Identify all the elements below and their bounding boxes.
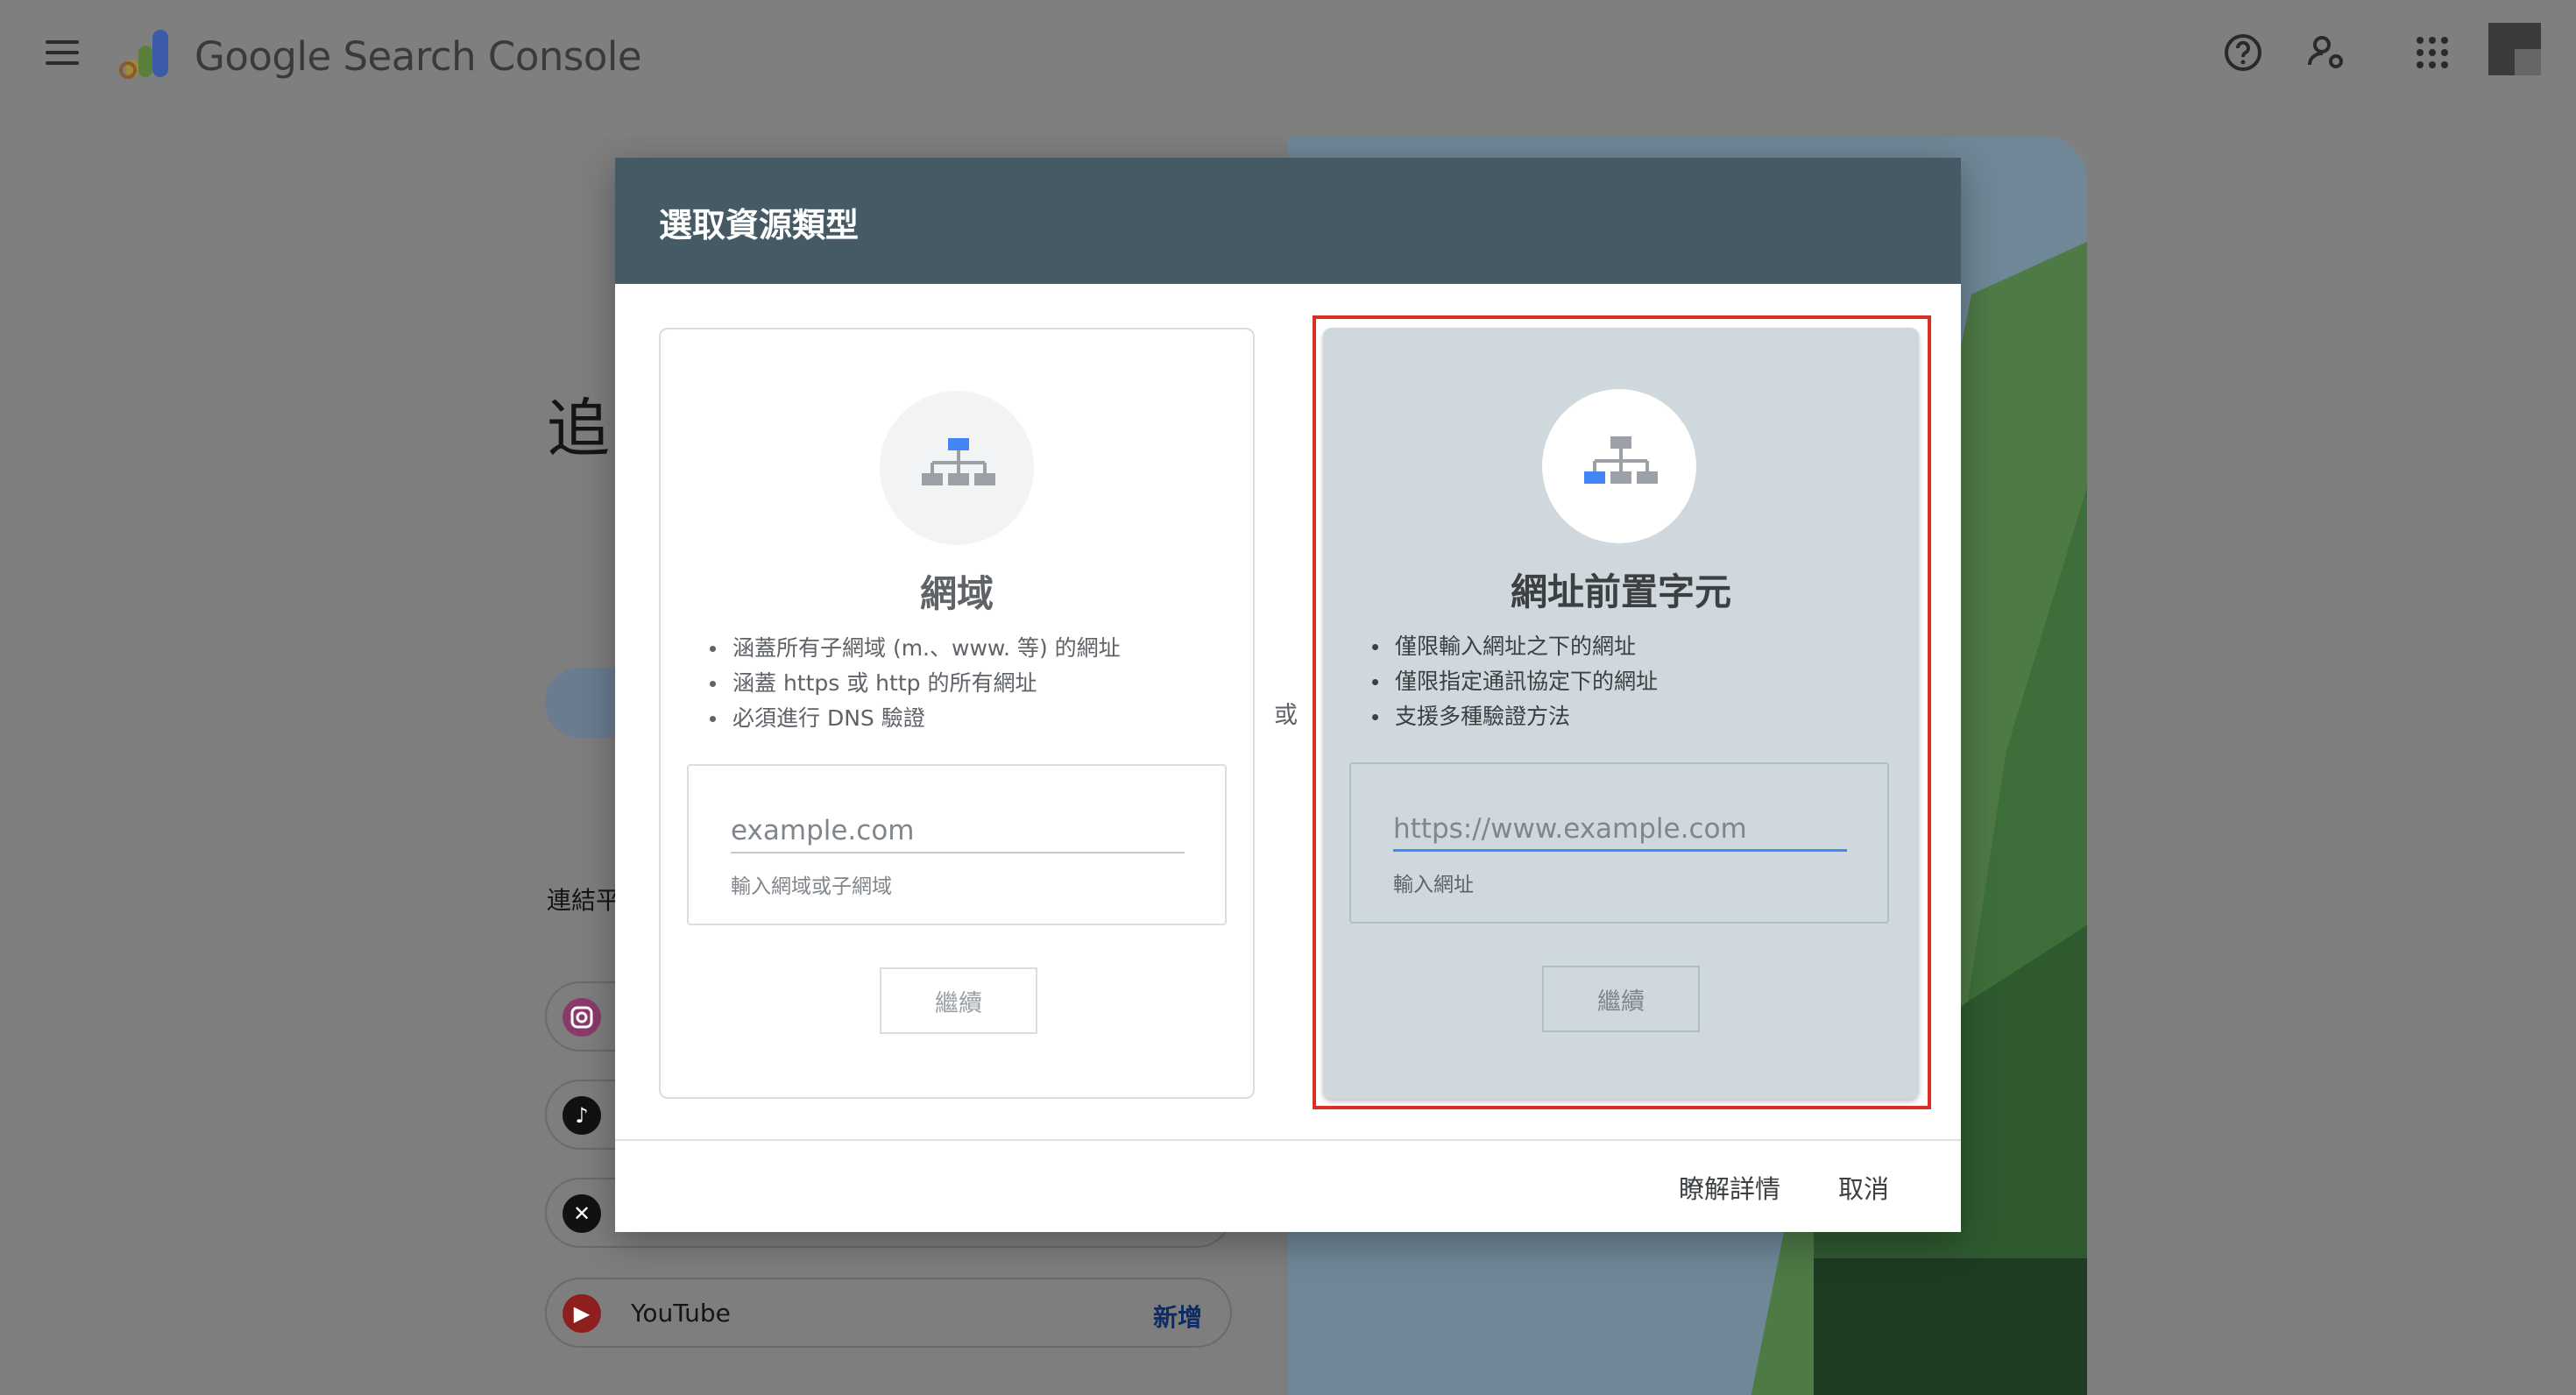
url-input-helper: 輸入網址 (1393, 874, 1474, 896)
url-input-container: 輸入網址 (1349, 762, 1889, 924)
app-bar: Google Search Console (0, 0, 2576, 116)
x-icon: ✕ (563, 1194, 601, 1233)
domain-input-helper: 輸入網域或子網域 (731, 875, 892, 898)
welcome-heading: 追 (547, 392, 611, 465)
url-prefix-sitemap-icon (1542, 389, 1696, 543)
tiktok-icon: ♪ (563, 1096, 601, 1135)
domain-input-container: 輸入網域或子網域 (687, 764, 1227, 925)
learn-more-button[interactable]: 瞭解詳情 (1679, 1169, 1780, 1206)
avatar[interactable] (2488, 23, 2541, 75)
instagram-icon (563, 998, 601, 1037)
search-console-logo (119, 30, 168, 79)
url-prefix-continue-button[interactable]: 繼續 (1542, 966, 1700, 1032)
domain-feature: 涵蓋所有子網域 (m.、www. 等) 的網址 (710, 631, 1121, 666)
url-input[interactable] (1393, 808, 1847, 852)
dialog-footer: 瞭解詳情 取消 (615, 1139, 1961, 1232)
cancel-button[interactable]: 取消 (1838, 1169, 1889, 1206)
url-prefix-features: 僅限輸入網址之下的網址 僅限指定通訊協定下的網址 支援多種驗證方法 (1372, 629, 1658, 734)
domain-feature: 必須進行 DNS 驗證 (710, 701, 1121, 736)
url-prefix-feature: 支援多種驗證方法 (1372, 699, 1658, 734)
url-prefix-feature: 僅限指定通訊協定下的網址 (1372, 664, 1658, 699)
domain-continue-button[interactable]: 繼續 (880, 967, 1037, 1034)
youtube-row[interactable]: ▶ YouTube 新增 (545, 1278, 1232, 1348)
domain-title: 網域 (919, 572, 994, 615)
url-prefix-title: 網址前置字元 (1510, 570, 1731, 613)
dialog-header: 選取資源類型 (615, 158, 1961, 284)
dialog-title: 選取資源類型 (659, 206, 860, 244)
youtube-icon: ▶ (563, 1294, 601, 1333)
domain-option-card[interactable]: 網域 涵蓋所有子網域 (m.、www. 等) 的網址 涵蓋 https 或 ht… (659, 328, 1255, 1099)
url-prefix-feature: 僅限輸入網址之下的網址 (1372, 629, 1658, 664)
domain-input[interactable] (731, 810, 1185, 853)
domain-sitemap-icon (880, 391, 1034, 545)
or-separator: 或 (1274, 702, 1298, 729)
menu-icon[interactable] (46, 40, 79, 65)
url-prefix-option-card[interactable]: 網址前置字元 僅限輸入網址之下的網址 僅限指定通訊協定下的網址 支援多種驗證方法… (1323, 328, 1919, 1099)
youtube-label: YouTube (631, 1299, 731, 1328)
help-icon[interactable] (2220, 30, 2266, 75)
connect-platforms-label: 連結平 (547, 886, 621, 915)
domain-features: 涵蓋所有子網域 (m.、www. 等) 的網址 涵蓋 https 或 http … (710, 631, 1121, 736)
youtube-add-link[interactable]: 新增 (1153, 1299, 1202, 1334)
domain-feature: 涵蓋 https 或 http 的所有網址 (710, 666, 1121, 701)
select-property-type-dialog: 選取資源類型 網域 涵蓋所有子網域 (m.、www. 等) 的網址 涵蓋 htt… (615, 158, 1961, 1232)
app-title[interactable]: Google Search Console (195, 33, 642, 80)
apps-icon[interactable] (2410, 30, 2455, 75)
manage-accounts-icon[interactable] (2304, 30, 2350, 75)
